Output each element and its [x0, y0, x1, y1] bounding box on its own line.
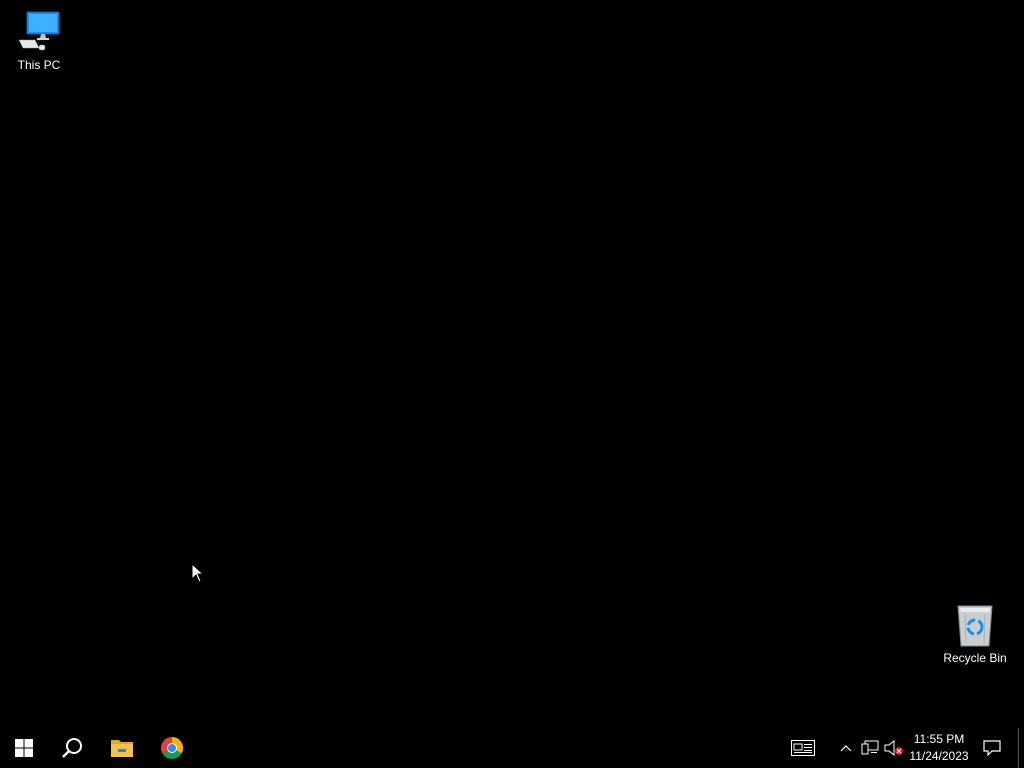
desktop-icon-label: This PC	[17, 58, 61, 72]
chrome-button[interactable]	[148, 728, 196, 768]
news-icon	[791, 740, 815, 756]
clock-date: 11/24/2023	[909, 749, 969, 763]
desktop-icon-this-pc[interactable]: This PC	[1, 8, 77, 73]
volume-muted-icon	[884, 740, 903, 756]
news-and-interests-button[interactable]	[786, 728, 820, 768]
clock-time: 11:55 PM	[913, 732, 965, 746]
chrome-icon	[160, 737, 184, 760]
clock-button[interactable]: 11:55 PM 11/24/2023	[906, 728, 972, 768]
taskbar: 11:55 PM 11/24/2023	[0, 728, 1024, 768]
notification-icon	[983, 740, 1001, 756]
windows-start-icon	[15, 739, 33, 757]
desktop-icon-recycle-bin[interactable]: Recycle Bin	[937, 601, 1013, 666]
network-button[interactable]	[858, 728, 882, 768]
search-icon	[62, 738, 82, 758]
volume-button[interactable]	[882, 728, 906, 768]
show-desktop-button[interactable]	[1018, 728, 1024, 768]
start-button[interactable]	[0, 728, 48, 768]
recycle-bin-icon	[957, 605, 993, 647]
file-explorer-button[interactable]	[98, 728, 146, 768]
search-button[interactable]	[48, 728, 96, 768]
show-hidden-icons-button[interactable]	[836, 728, 856, 768]
desktop-icon-label: Recycle Bin	[943, 651, 1007, 665]
network-icon	[861, 740, 879, 755]
mouse-cursor-icon	[191, 563, 205, 583]
desktop[interactable]: This PC Recycle Bin	[0, 0, 1024, 728]
chevron-up-icon	[840, 745, 852, 752]
action-center-button[interactable]	[978, 728, 1006, 768]
file-explorer-icon	[111, 740, 133, 757]
this-pc-icon	[18, 11, 60, 51]
